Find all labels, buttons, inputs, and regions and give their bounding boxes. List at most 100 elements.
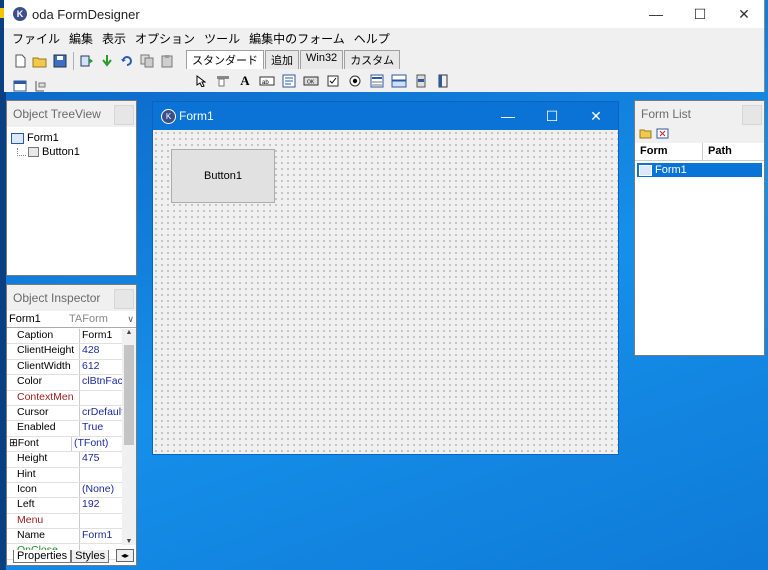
property-row[interactable]: Name Form1 <box>7 529 122 545</box>
tab-standard[interactable]: スタンダード <box>186 50 264 69</box>
tab-custom[interactable]: カスタム <box>344 50 401 69</box>
tab-win32[interactable]: Win32 <box>300 50 344 69</box>
property-value[interactable]: clBtnFace <box>80 375 122 389</box>
scroll-down-icon[interactable]: ▼ <box>122 538 136 545</box>
form-maximize-button[interactable]: ☐ <box>530 102 574 130</box>
save-icon[interactable] <box>50 51 70 71</box>
property-row[interactable]: Cursor crDefault <box>7 405 122 422</box>
form-minimize-button[interactable]: — <box>486 102 530 130</box>
scroll-up-icon[interactable]: ▲ <box>122 329 136 341</box>
property-value[interactable]: (TFont) <box>72 437 122 451</box>
property-row[interactable]: ClientHeight 428 <box>7 344 122 360</box>
property-value[interactable]: True <box>80 421 122 435</box>
property-value[interactable] <box>80 391 122 405</box>
treeview-close-button[interactable] <box>114 105 134 125</box>
inspector-close-button[interactable] <box>114 289 134 309</box>
inspector-scrollbar[interactable]: ▲ ▼ <box>122 329 136 545</box>
property-value[interactable]: 475 <box>80 452 122 466</box>
list-item-form: Form1 <box>655 164 687 176</box>
menu-view[interactable]: 表示 <box>100 28 130 48</box>
property-value[interactable] <box>80 468 122 482</box>
menu-edit[interactable]: 編集 <box>67 28 97 48</box>
property-row[interactable]: Menu <box>7 513 122 530</box>
inspector-tabs: Properties Styles <box>13 550 110 563</box>
tab-order-icon[interactable] <box>30 76 50 96</box>
new-file-icon[interactable] <box>10 51 30 71</box>
property-value[interactable]: 428 <box>80 344 122 358</box>
menu-editing-form[interactable]: 編集中のフォーム <box>247 28 349 48</box>
tree-item-form1[interactable]: Form1 <box>11 131 132 145</box>
scrollbar-component-icon[interactable] <box>410 72 432 90</box>
memo-component-icon[interactable] <box>278 72 300 90</box>
property-row[interactable]: Icon (None) <box>7 482 122 499</box>
paste-icon[interactable] <box>157 51 177 71</box>
list-item[interactable]: Form1 <box>637 163 762 177</box>
property-row[interactable]: Enabled True <box>7 421 122 437</box>
title-bar[interactable]: K oda FormDesigner — ☐ ✕ <box>4 0 764 28</box>
object-selector[interactable]: Form1 TAForm ∨ <box>7 311 136 328</box>
checkbox-component-icon[interactable] <box>322 72 344 90</box>
property-row[interactable]: ClientWidth 612 <box>7 359 122 376</box>
selected-object: Form1 <box>9 313 41 325</box>
listbox-component-icon[interactable] <box>366 72 388 90</box>
tab-properties[interactable]: Properties <box>13 550 72 563</box>
property-row[interactable]: ContextMen <box>7 390 122 406</box>
menu-bar: ファイル 編集 表示 オプション ツール 編集中のフォーム ヘルプ <box>4 28 764 48</box>
button-component-icon[interactable]: OK <box>300 72 322 90</box>
property-value[interactable]: 612 <box>80 360 122 374</box>
close-button[interactable]: ✕ <box>722 0 766 28</box>
property-value[interactable] <box>80 514 122 528</box>
property-value[interactable]: 192 <box>80 498 122 512</box>
run-icon[interactable] <box>77 51 97 71</box>
window-icon[interactable] <box>10 76 30 96</box>
open-form-icon[interactable] <box>639 128 652 142</box>
property-value[interactable]: Form1 <box>80 329 122 343</box>
edit-component-icon[interactable]: ab <box>256 72 278 90</box>
property-name: Enabled <box>7 421 80 436</box>
property-name: Caption <box>7 329 80 344</box>
property-row[interactable]: Hint <box>7 467 122 483</box>
property-name: Menu <box>7 513 80 529</box>
pointer-icon[interactable] <box>190 72 212 90</box>
property-row[interactable]: Left 192 <box>7 498 122 514</box>
property-value[interactable]: (None) <box>80 483 122 497</box>
label-component-icon[interactable]: A <box>234 72 256 90</box>
form-design-window: K Form1 — ☐ ✕ Button1 <box>152 101 619 455</box>
download-arrow-icon[interactable] <box>97 51 117 71</box>
combobox-component-icon[interactable] <box>388 72 410 90</box>
remove-form-icon[interactable] <box>656 128 669 142</box>
tab-scroll-icon[interactable]: ◂▸ <box>116 549 134 562</box>
formlist-close-button[interactable] <box>742 105 762 125</box>
form-design-surface[interactable]: Button1 <box>153 130 618 454</box>
menu-help[interactable]: ヘルプ <box>352 28 394 48</box>
property-value[interactable]: Form1 <box>80 529 122 543</box>
radiobutton-component-icon[interactable] <box>344 72 366 90</box>
groupbox-component-icon[interactable] <box>432 72 454 90</box>
column-path[interactable]: Path <box>703 143 732 160</box>
form-title-bar[interactable]: K Form1 — ☐ ✕ <box>153 102 618 130</box>
column-form[interactable]: Form <box>635 143 703 160</box>
property-row[interactable]: Height 475 <box>7 452 122 468</box>
tree-item-button1[interactable]: Button1 <box>11 145 132 159</box>
copy-icon[interactable] <box>137 51 157 71</box>
tree-item-label: Button1 <box>42 146 80 158</box>
menu-tools[interactable]: ツール <box>202 28 244 48</box>
undo-icon[interactable] <box>117 51 137 71</box>
scroll-thumb[interactable] <box>124 345 134 445</box>
property-value[interactable]: crDefault <box>80 406 122 420</box>
form-close-button[interactable]: ✕ <box>574 102 618 130</box>
tab-styles[interactable]: Styles <box>71 550 110 563</box>
property-name: Hint <box>7 467 80 482</box>
maximize-button[interactable]: ☐ <box>678 0 722 28</box>
property-row[interactable]: ColorclBtnFace <box>7 375 122 391</box>
menu-file[interactable]: ファイル <box>10 28 64 48</box>
tab-additional[interactable]: 追加 <box>265 50 299 69</box>
button1-control[interactable]: Button1 <box>171 149 275 203</box>
property-name: ClientWidth <box>7 359 80 375</box>
mainmenu-component-icon[interactable] <box>212 72 234 90</box>
menu-options[interactable]: オプション <box>133 28 199 48</box>
property-row[interactable]: Caption Form1 <box>7 329 122 345</box>
property-row[interactable]: ⊞Font (TFont) <box>7 436 122 453</box>
minimize-button[interactable]: — <box>634 0 678 28</box>
open-folder-icon[interactable] <box>30 51 50 71</box>
